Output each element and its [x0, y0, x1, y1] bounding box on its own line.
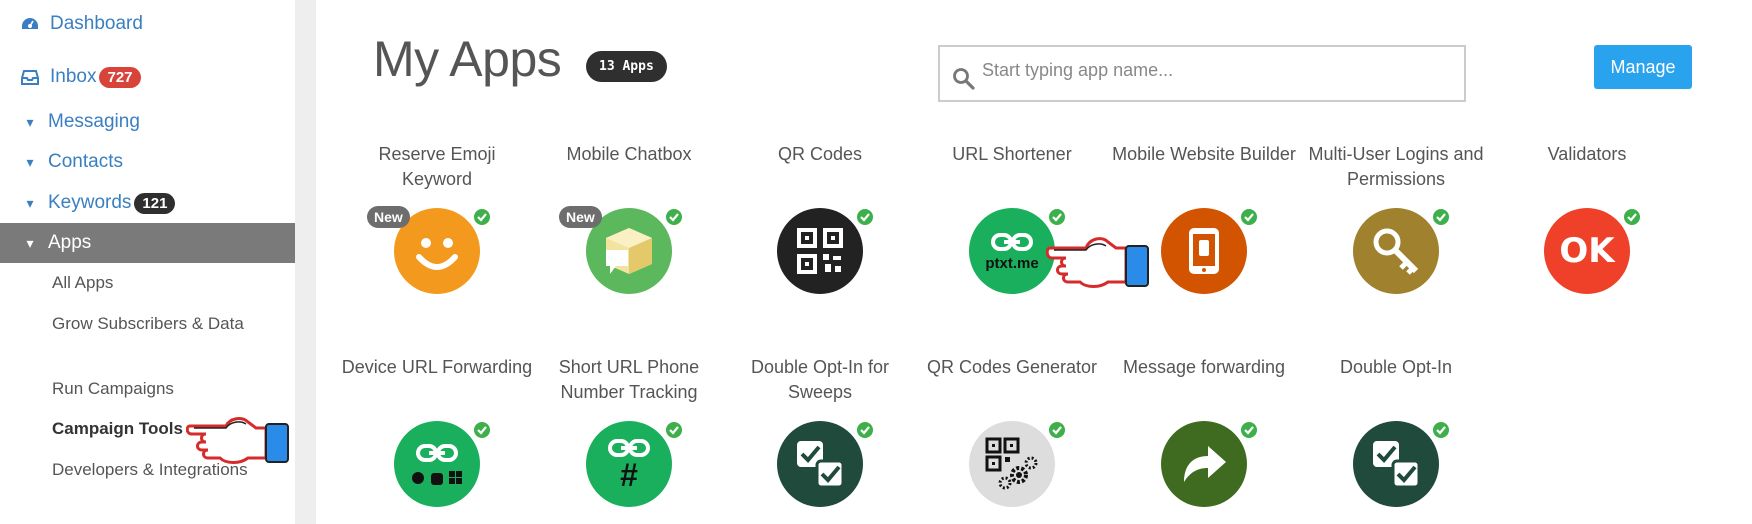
app-name: Validators — [1547, 144, 1627, 164]
search-input[interactable] — [982, 60, 1442, 81]
app-name: Message forwarding — [1122, 357, 1286, 377]
app-tile[interactable]: QR Codes — [724, 140, 916, 300]
sidebar-item-label: Inbox — [50, 66, 97, 87]
app-name: Mobile Website Builder — [1112, 144, 1296, 164]
installed-check-icon — [1431, 207, 1451, 227]
app-name: Device URL Forwarding — [341, 357, 533, 377]
sidebar-item-inbox[interactable]: Inbox 727 — [0, 62, 295, 92]
new-badge: New — [559, 206, 602, 228]
page-title: My Apps — [373, 31, 562, 87]
installed-check-icon — [664, 207, 684, 227]
app-tile[interactable]: Multi-User Logins and Permissions — [1300, 140, 1492, 300]
double-check-icon — [777, 421, 863, 507]
device-link-icon — [394, 421, 480, 507]
app-name: Double Opt-In for Sweeps — [750, 357, 890, 402]
inbox-icon — [20, 69, 40, 85]
app-name: Double Opt-In — [1339, 357, 1453, 377]
forward-arrow-icon — [1161, 421, 1247, 507]
installed-check-icon — [1239, 207, 1259, 227]
pointing-hand-icon — [186, 417, 289, 464]
sidebar-item-label: Dashboard — [50, 13, 143, 34]
caret-down-icon: ▾ — [26, 194, 34, 211]
caret-down-icon: ▾ — [26, 153, 34, 170]
sidebar-item-label: Keywords — [48, 192, 132, 213]
qr-gear-icon — [969, 421, 1055, 507]
app-tile[interactable]: Reserve Emoji Keyword New — [341, 140, 533, 300]
installed-check-icon — [1047, 420, 1067, 440]
manage-button[interactable]: Manage — [1594, 45, 1692, 89]
sidebar-item-apps[interactable]: ▾ Apps — [0, 223, 295, 263]
dashboard-icon — [20, 16, 40, 32]
app-tile[interactable]: Double Opt-In for Sweeps — [724, 353, 916, 524]
pointing-hand-icon — [1046, 237, 1149, 288]
app-name: QR Codes — [777, 144, 863, 164]
app-name: URL Shortener — [952, 144, 1072, 164]
keywords-count-badge: 121 — [134, 192, 176, 214]
installed-check-icon — [855, 420, 875, 440]
installed-check-icon — [1047, 207, 1067, 227]
installed-check-icon — [472, 207, 492, 227]
search-icon — [953, 67, 975, 90]
installed-check-icon — [664, 420, 684, 440]
sidebar: Dashboard Inbox 727 ▾ Messaging ▾ Contac… — [0, 0, 295, 524]
installed-check-icon — [1239, 420, 1259, 440]
app-name: QR Codes Generator — [926, 357, 1098, 377]
app-tile[interactable]: QR Codes Generator — [916, 353, 1108, 524]
sidebar-subitem-grow-subscribers[interactable]: Grow Subscribers & Data — [52, 311, 252, 337]
installed-check-icon — [472, 420, 492, 440]
app-name: Mobile Chatbox — [566, 144, 692, 164]
sidebar-item-messaging[interactable]: ▾ Messaging — [0, 108, 295, 136]
installed-check-icon — [1622, 207, 1642, 227]
installed-check-icon — [855, 207, 875, 227]
sidebar-item-keywords[interactable]: ▾ Keywords 121 — [0, 188, 295, 218]
link-icon: ptxt.me — [969, 208, 1055, 294]
sidebar-item-label: Messaging — [48, 111, 140, 132]
phone-icon — [1161, 208, 1247, 294]
inbox-count-badge: 727 — [99, 66, 141, 88]
qr-code-icon — [777, 208, 863, 294]
ok-icon: OK — [1544, 208, 1630, 294]
sidebar-item-dashboard[interactable]: Dashboard — [0, 10, 295, 38]
app-tile[interactable]: Double Opt-In — [1300, 353, 1492, 524]
installed-check-icon — [1431, 420, 1451, 440]
search-box[interactable] — [938, 45, 1466, 102]
apps-count-badge: 13 Apps — [586, 51, 667, 82]
app-icon-label: # — [620, 457, 638, 493]
app-tile[interactable]: Device URL Forwarding — [341, 353, 533, 524]
app-icon-label: ptxt.me — [985, 254, 1039, 272]
sidebar-item-contacts[interactable]: ▾ Contacts — [0, 148, 295, 176]
double-check-icon — [1353, 421, 1439, 507]
sidebar-subitem-run-campaigns[interactable]: Run Campaigns — [52, 376, 252, 402]
app-tile[interactable]: Message forwarding — [1108, 353, 1300, 524]
sidebar-subitem-all-apps[interactable]: All Apps — [52, 270, 252, 296]
sidebar-item-label: Contacts — [48, 151, 123, 172]
sidebar-divider — [295, 0, 316, 524]
key-icon — [1353, 208, 1439, 294]
app-name: Reserve Emoji Keyword — [378, 144, 496, 189]
app-tile[interactable]: Validators OK — [1491, 140, 1683, 300]
app-name: Multi-User Logins and Permissions — [1308, 144, 1484, 189]
caret-down-icon: ▾ — [26, 113, 34, 130]
new-badge: New — [367, 206, 410, 228]
app-tile[interactable]: Mobile Chatbox New — [533, 140, 725, 300]
app-tile[interactable]: Short URL Phone Number Tracking # — [533, 353, 725, 524]
app-icon-label: OK — [1559, 231, 1615, 271]
sidebar-item-label: Apps — [48, 232, 92, 253]
link-hash-icon: # — [586, 421, 672, 507]
app-name: Short URL Phone Number Tracking — [558, 357, 700, 402]
caret-down-icon: ▾ — [26, 234, 34, 251]
